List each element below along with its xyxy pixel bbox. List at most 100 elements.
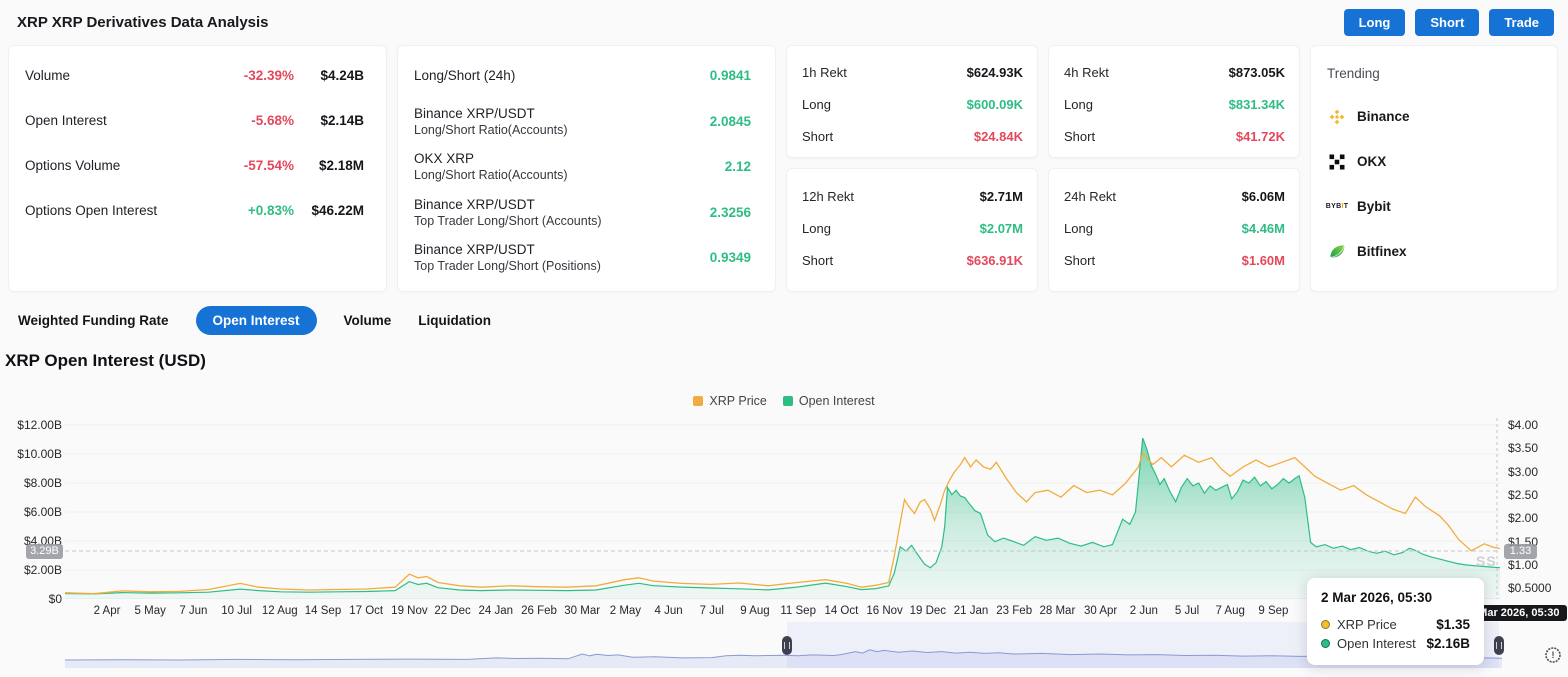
rekt-total: $6.06M	[1241, 188, 1285, 204]
rekt-period: 1h Rekt	[802, 64, 847, 80]
derivatives-analysis-page: XRP XRP Derivatives Data Analysis Long S…	[0, 0, 1568, 677]
tooltip-value: $1.35	[1436, 617, 1470, 632]
x-axis-tick: 14 Oct	[824, 605, 859, 617]
left-axis-tick: $10.00B	[17, 447, 62, 461]
stat-change: +0.83%	[247, 203, 294, 218]
rekt-short-label: Short	[802, 252, 834, 268]
x-axis-tick: 22 Dec	[434, 605, 471, 617]
grip-icon	[784, 642, 790, 649]
left-axis-tick: $0	[48, 592, 62, 606]
trade-button[interactable]: Trade	[1489, 8, 1554, 36]
rekt-long-label: Long	[1064, 96, 1093, 112]
rekt-total: $2.71M	[979, 188, 1023, 204]
rekt-total: $624.93K	[966, 64, 1023, 80]
rekt-long-label: Long	[802, 220, 831, 236]
x-axis-tick: 7 Aug	[1215, 605, 1245, 617]
rekt-total: $873.05K	[1228, 64, 1285, 80]
stat-change: -32.39%	[243, 68, 294, 83]
rekt-short-label: Short	[1064, 128, 1096, 144]
x-axis-tick: 4 Jun	[654, 605, 683, 617]
chart-legend: XRP Price Open Interest	[0, 394, 1568, 408]
right-axis-tick: $1.00	[1508, 557, 1539, 572]
x-axis-tick: 9 Aug	[740, 605, 770, 617]
tab-volume[interactable]: Volume	[344, 313, 392, 328]
trending-name: Bitfinex	[1357, 244, 1407, 259]
grip-icon	[1496, 642, 1502, 649]
chart-section: XRP Price Open Interest $12.00B $10.00B $8…	[0, 385, 1568, 677]
right-axis-tick: $4.00	[1508, 418, 1539, 432]
rekt-card-1h: 1h Rekt $624.93K Long $600.09K Short $24.84…	[786, 45, 1038, 158]
stat-value: $2.18M	[318, 158, 364, 173]
left-axis: $12.00B $10.00B $8.00B $6.00B $4.00B $2.00B $0	[0, 385, 62, 615]
stat-label: Options Volume	[25, 158, 121, 173]
overview-row-options-open-interest: Options Open Interest +0.83% $46.22M	[9, 188, 386, 233]
header-actions: Long Short Trade	[1343, 8, 1554, 36]
long-button[interactable]: Long	[1343, 8, 1406, 36]
ratio-subtitle: Top Trader Long/Short (Accounts)	[414, 213, 602, 228]
right-axis-tick: $2.00	[1508, 511, 1539, 526]
trending-item-bitfinex[interactable]: Bitfinex	[1327, 229, 1541, 274]
bitfinex-icon	[1327, 242, 1347, 261]
chart-tooltip: 2 Mar 2026, 05:30 XRP Price $1.35 Open I…	[1307, 578, 1484, 665]
stat-change: -57.54%	[243, 158, 294, 173]
right-axis-crosshair-badge: 1.33	[1504, 544, 1537, 559]
legend-swatch-open-interest	[782, 396, 793, 406]
tooltip-row-open-interest: Open Interest $2.16B	[1321, 634, 1470, 653]
ratio-row: Binance XRP/USDT Long/Short Ratio(Accoun…	[398, 99, 775, 145]
legend-item-xrp-price[interactable]: XRP Price	[693, 394, 767, 408]
stat-change: -5.68%	[251, 113, 294, 128]
ratio-subtitle: Top Trader Long/Short (Positions)	[414, 259, 601, 274]
trending-name: Bybit	[1357, 199, 1391, 214]
stat-label: Options Open Interest	[25, 203, 158, 218]
tab-weighted-funding-rate[interactable]: Weighted Funding Rate	[18, 313, 169, 328]
trending-item-okx[interactable]: OKX	[1327, 139, 1541, 184]
stat-value: $46.22M	[311, 203, 364, 218]
rekt-short-value: $24.84K	[973, 128, 1023, 144]
long-short-ratios-card: Long/Short (24h) 0.9841 Binance XRP/USDT…	[397, 45, 776, 292]
ratio-row: OKX XRP Long/Short Ratio(Accounts) 2.12	[398, 144, 775, 190]
legend-label: XRP Price	[709, 394, 767, 408]
rekt-long-value: $600.09K	[966, 96, 1023, 112]
rekt-short-label: Short	[802, 128, 834, 144]
legend-item-open-interest[interactable]: Open Interest	[782, 394, 875, 408]
rekt-period: 24h Rekt	[1064, 188, 1117, 204]
left-axis-crosshair-badge: 3.29B	[26, 544, 63, 559]
rekt-long-label: Long	[802, 96, 831, 112]
ratio-value: 2.12	[724, 159, 751, 175]
stat-label: Volume	[25, 68, 71, 83]
tooltip-row-price: XRP Price $1.35	[1321, 615, 1470, 634]
ratio-value: 2.3256	[709, 204, 751, 220]
rekt-card-24h: 24h Rekt $6.06M Long $4.46M Short $1.60M	[1048, 168, 1300, 292]
binance-icon	[1327, 108, 1347, 126]
x-axis-tick: 10 Jul	[221, 605, 252, 617]
left-axis-tick: $12.00B	[17, 418, 62, 432]
navigator-right-handle[interactable]	[1494, 636, 1504, 655]
disclaimer-icon[interactable]: !	[1544, 646, 1562, 664]
x-axis-tick: 11 Sep	[780, 605, 816, 617]
main-chart-svg[interactable]	[65, 418, 1500, 599]
chart-title: XRP Open Interest (USD)	[5, 351, 206, 370]
rekt-period: 4h Rekt	[1064, 64, 1109, 80]
x-axis-tick: 21 Jan	[953, 605, 989, 617]
trending-item-binance[interactable]: Binance	[1327, 94, 1541, 139]
navigator-left-handle[interactable]	[782, 636, 792, 655]
x-axis-tick: 12 Aug	[261, 605, 298, 617]
x-axis-tick: 28 Mar	[1039, 605, 1076, 617]
open-interest-dot-icon	[1321, 639, 1330, 648]
overview-row-options-volume: Options Volume -57.54% $2.18M	[9, 143, 386, 188]
tab-liquidation[interactable]: Liquidation	[418, 313, 491, 328]
x-axis-tick: 14 Sep	[304, 605, 342, 617]
chart-tabs: Weighted Funding Rate Open Interest Volu…	[18, 305, 491, 335]
tooltip-label: Open Interest	[1337, 636, 1416, 651]
ratio-row: Binance XRP/USDT Top Trader Long/Short (…	[398, 235, 775, 281]
x-axis-tick: 2 Apr	[93, 605, 121, 617]
short-button[interactable]: Short	[1415, 8, 1480, 36]
rekt-column-left: 1h Rekt $624.93K Long $600.09K Short $24.84…	[786, 45, 1038, 292]
tab-open-interest[interactable]: Open Interest	[195, 305, 317, 335]
x-axis-tick: 7 Jun	[179, 605, 208, 617]
x-axis-tick: 5 May	[134, 605, 166, 617]
right-axis-tick: $2.50	[1508, 487, 1539, 502]
right-axis-tick: $3.00	[1508, 464, 1539, 479]
trending-item-bybit[interactable]: BYBIT Bybit	[1326, 184, 1541, 229]
tooltip-value: $2.16B	[1426, 636, 1470, 651]
